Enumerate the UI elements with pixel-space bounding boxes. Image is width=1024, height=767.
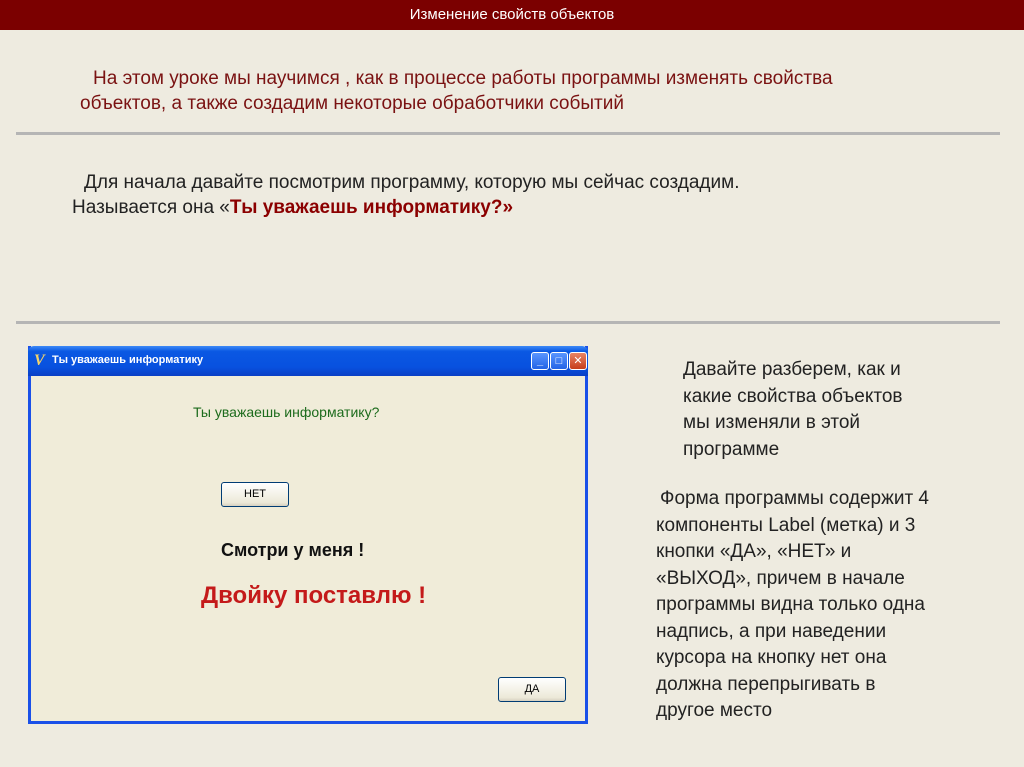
- description-line: «ВЫХОД», причем в начале: [656, 567, 905, 589]
- side-note-line: Давайте разберем, как и: [683, 359, 901, 380]
- side-note-line: мы изменяли в этой: [683, 412, 861, 433]
- divider-top: [16, 132, 1000, 135]
- intro-line-2: объектов, а также создадим некоторые обр…: [80, 93, 624, 114]
- program-window-screenshot: V Ты уважаешь информатику _ □ ✕ Ты уважа…: [28, 346, 588, 724]
- app-icon: V: [34, 352, 45, 369]
- see-label: Смотри у меня !: [221, 540, 365, 560]
- slide-title-bar: Изменение свойств объектов: [0, 0, 1024, 30]
- window-title: Ты уважаешь информатику: [52, 354, 204, 366]
- no-button[interactable]: НЕТ: [221, 482, 289, 507]
- divider-middle: [16, 321, 1000, 324]
- grade-label: Двойку поставлю !: [201, 582, 427, 609]
- maximize-icon[interactable]: □: [550, 352, 568, 370]
- lead-line-2: Называется она «Ты уважаешь информатику?…: [72, 195, 952, 220]
- minimize-icon[interactable]: _: [531, 352, 549, 370]
- description-line: должна перепрыгивать в: [656, 673, 876, 695]
- lead-text: Для начала давайте посмотрим программу, …: [72, 170, 952, 220]
- description-line: кнопки «ДА», «НЕТ» и: [656, 541, 852, 562]
- description-line: надпись, а при наведении: [656, 620, 887, 642]
- yes-button[interactable]: ДА: [498, 677, 566, 702]
- lead-line-1: Для начала давайте посмотрим программу, …: [84, 172, 740, 193]
- side-note-line: программе: [683, 438, 780, 460]
- description-line: другое место: [656, 700, 773, 721]
- slide-title: Изменение свойств объектов: [409, 6, 615, 23]
- description-line: программы видна только одна: [656, 594, 925, 615]
- close-icon[interactable]: ✕: [569, 352, 587, 370]
- description-line: курсора на кнопку нет она: [656, 647, 887, 668]
- intro-line-1: На этом уроке мы научимся , как в процес…: [93, 68, 833, 89]
- side-note-line: какие свойства объектов: [683, 385, 903, 407]
- description-line: Форма программы содержит 4: [660, 488, 929, 509]
- question-label: Ты уважаешь информатику?: [193, 404, 380, 420]
- side-note: Давайте разберем, как и какие свойства о…: [683, 357, 973, 463]
- lead-line-2-prefix: Называется она «: [72, 197, 230, 218]
- program-name: Ты уважаешь информатику?»: [229, 197, 514, 218]
- window-title-bar: V Ты уважаешь информатику _ □ ✕: [28, 346, 588, 376]
- description-line: компоненты Label (метка) и 3: [656, 514, 916, 536]
- intro-text: На этом уроке мы научимся , как в процес…: [80, 66, 1000, 116]
- description-text: Форма программы содержит 4 компоненты La…: [656, 486, 1006, 725]
